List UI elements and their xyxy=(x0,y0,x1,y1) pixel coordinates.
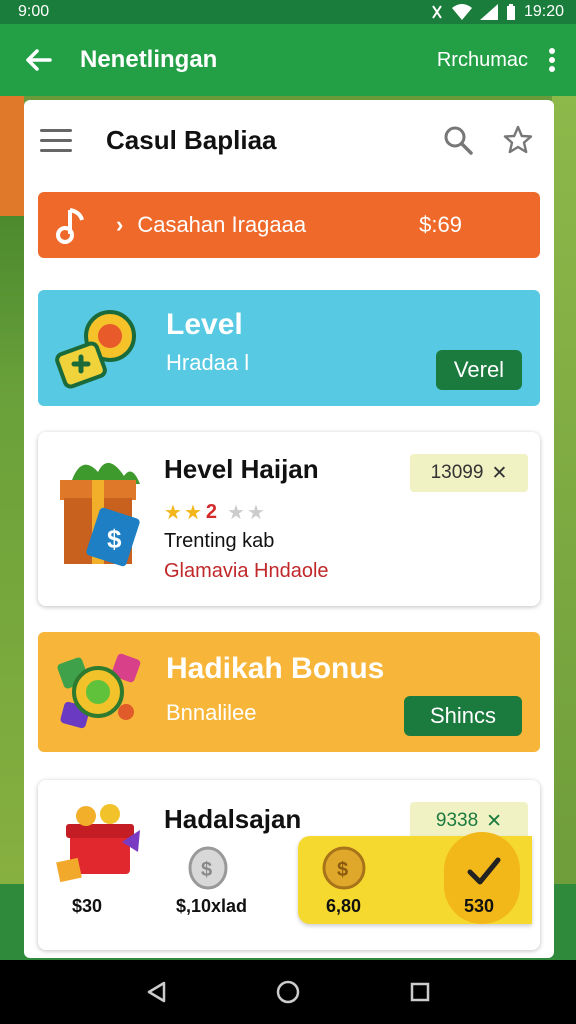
bonus-subtitle: Bnnalilee xyxy=(166,700,257,725)
arrow-left-icon xyxy=(26,49,52,71)
app-bar-title: Nenetlingan xyxy=(80,46,218,73)
level-subtitle: Hradaa l xyxy=(166,350,250,375)
store-item-card[interactable]: $ Hevel Haijan 13099 ✕ ★ ★ 2 ★ ★ Trentin… xyxy=(38,432,540,606)
triangle-back-icon xyxy=(147,981,166,1003)
item-title: Hevel Haijan xyxy=(164,454,319,484)
bonus-button[interactable]: Shincs xyxy=(404,696,522,736)
gem-cluster-icon xyxy=(57,653,141,729)
status-time: 9:00 xyxy=(18,3,50,20)
promo-banner[interactable]: › Casahan Iragaaa $:69 xyxy=(38,192,540,258)
level-title: Level xyxy=(166,308,243,341)
nav-back-button[interactable] xyxy=(136,972,176,1012)
favorite-button[interactable] xyxy=(498,120,538,160)
level-button[interactable]: Verel xyxy=(436,350,522,390)
square-recents-icon xyxy=(410,982,430,1002)
close-icon: ✕ xyxy=(486,810,503,832)
star-icon: ★ xyxy=(227,502,245,524)
item-price-tag[interactable]: 13099 ✕ xyxy=(410,454,528,492)
svg-text:$: $ xyxy=(201,859,212,881)
gold-coin-icon: $ xyxy=(322,846,366,890)
close-icon: ✕ xyxy=(491,462,508,484)
svg-text:$: $ xyxy=(107,524,122,554)
item-price: 13099 xyxy=(430,462,484,483)
reward-amount: $,10xlad xyxy=(176,896,248,916)
notification-icon xyxy=(432,5,442,19)
star-icon: ★ xyxy=(183,502,202,524)
back-button[interactable] xyxy=(20,42,56,78)
more-vertical-icon xyxy=(549,48,555,72)
nav-home-button[interactable] xyxy=(268,972,308,1012)
chevron-right-icon: › xyxy=(116,212,124,237)
star-icon: ★ xyxy=(246,502,265,524)
reward-amount: $30 xyxy=(72,896,103,916)
signal-icon xyxy=(479,4,498,20)
bonus-card[interactable]: Hadikah Bonus Bnnalilee Shincs xyxy=(38,632,540,752)
menu-button[interactable] xyxy=(40,122,76,158)
status-clock: 19:20 xyxy=(523,3,564,20)
circle-home-icon xyxy=(276,980,300,1004)
star-outline-icon xyxy=(503,125,533,154)
item-description: Trenting kab xyxy=(164,530,275,552)
store-header: Casul Bapliaa xyxy=(24,100,554,180)
item-price: 9338 xyxy=(435,810,479,831)
music-note-icon xyxy=(56,208,84,244)
background-scenery-left xyxy=(0,96,24,886)
more-options-button[interactable] xyxy=(540,42,564,78)
item-highlight: Glamavia Hndaole xyxy=(164,560,329,582)
level-badge-icon xyxy=(55,310,136,389)
store-panel: Casul Bapliaa › Casahan Iragaaa $:69 Lev… xyxy=(24,100,554,958)
promo-text: Casahan Iragaaa xyxy=(137,212,307,237)
nav-recents-button[interactable] xyxy=(400,972,440,1012)
rating-value: 2 xyxy=(205,501,217,523)
svg-text:$: $ xyxy=(337,859,348,881)
bonus-title: Hadikah Bonus xyxy=(166,652,385,685)
system-navigation-bar xyxy=(0,960,576,1024)
wifi-icon xyxy=(451,4,472,20)
promo-price: $:69 xyxy=(419,212,462,237)
treasure-chest-icon xyxy=(56,804,140,883)
level-card[interactable]: Level Hradaa l Verel xyxy=(38,290,540,406)
reward-amount: 530 xyxy=(464,896,495,916)
app-bar: Nenetlingan Rrchumac xyxy=(0,24,576,96)
store-title: Casul Bapliaa xyxy=(106,124,277,155)
status-bar: 9:00 19:20 xyxy=(0,0,576,24)
status-icons: 19:20 xyxy=(430,3,564,21)
coin-icon: $ xyxy=(188,846,228,890)
rating-stars: ★ ★ 2 ★ ★ xyxy=(164,500,265,525)
background-scenery-right xyxy=(552,96,576,886)
gift-box-icon: $ xyxy=(60,462,140,567)
checkmark-icon xyxy=(467,857,501,885)
app-bar-action[interactable]: Rrchumac xyxy=(437,49,528,72)
reward-amount: 6,80 xyxy=(326,896,362,916)
search-button[interactable] xyxy=(438,120,478,160)
battery-icon xyxy=(506,4,515,20)
search-icon xyxy=(444,126,473,155)
star-icon: ★ xyxy=(164,502,182,524)
item-title: Hadalsajan xyxy=(164,804,302,834)
